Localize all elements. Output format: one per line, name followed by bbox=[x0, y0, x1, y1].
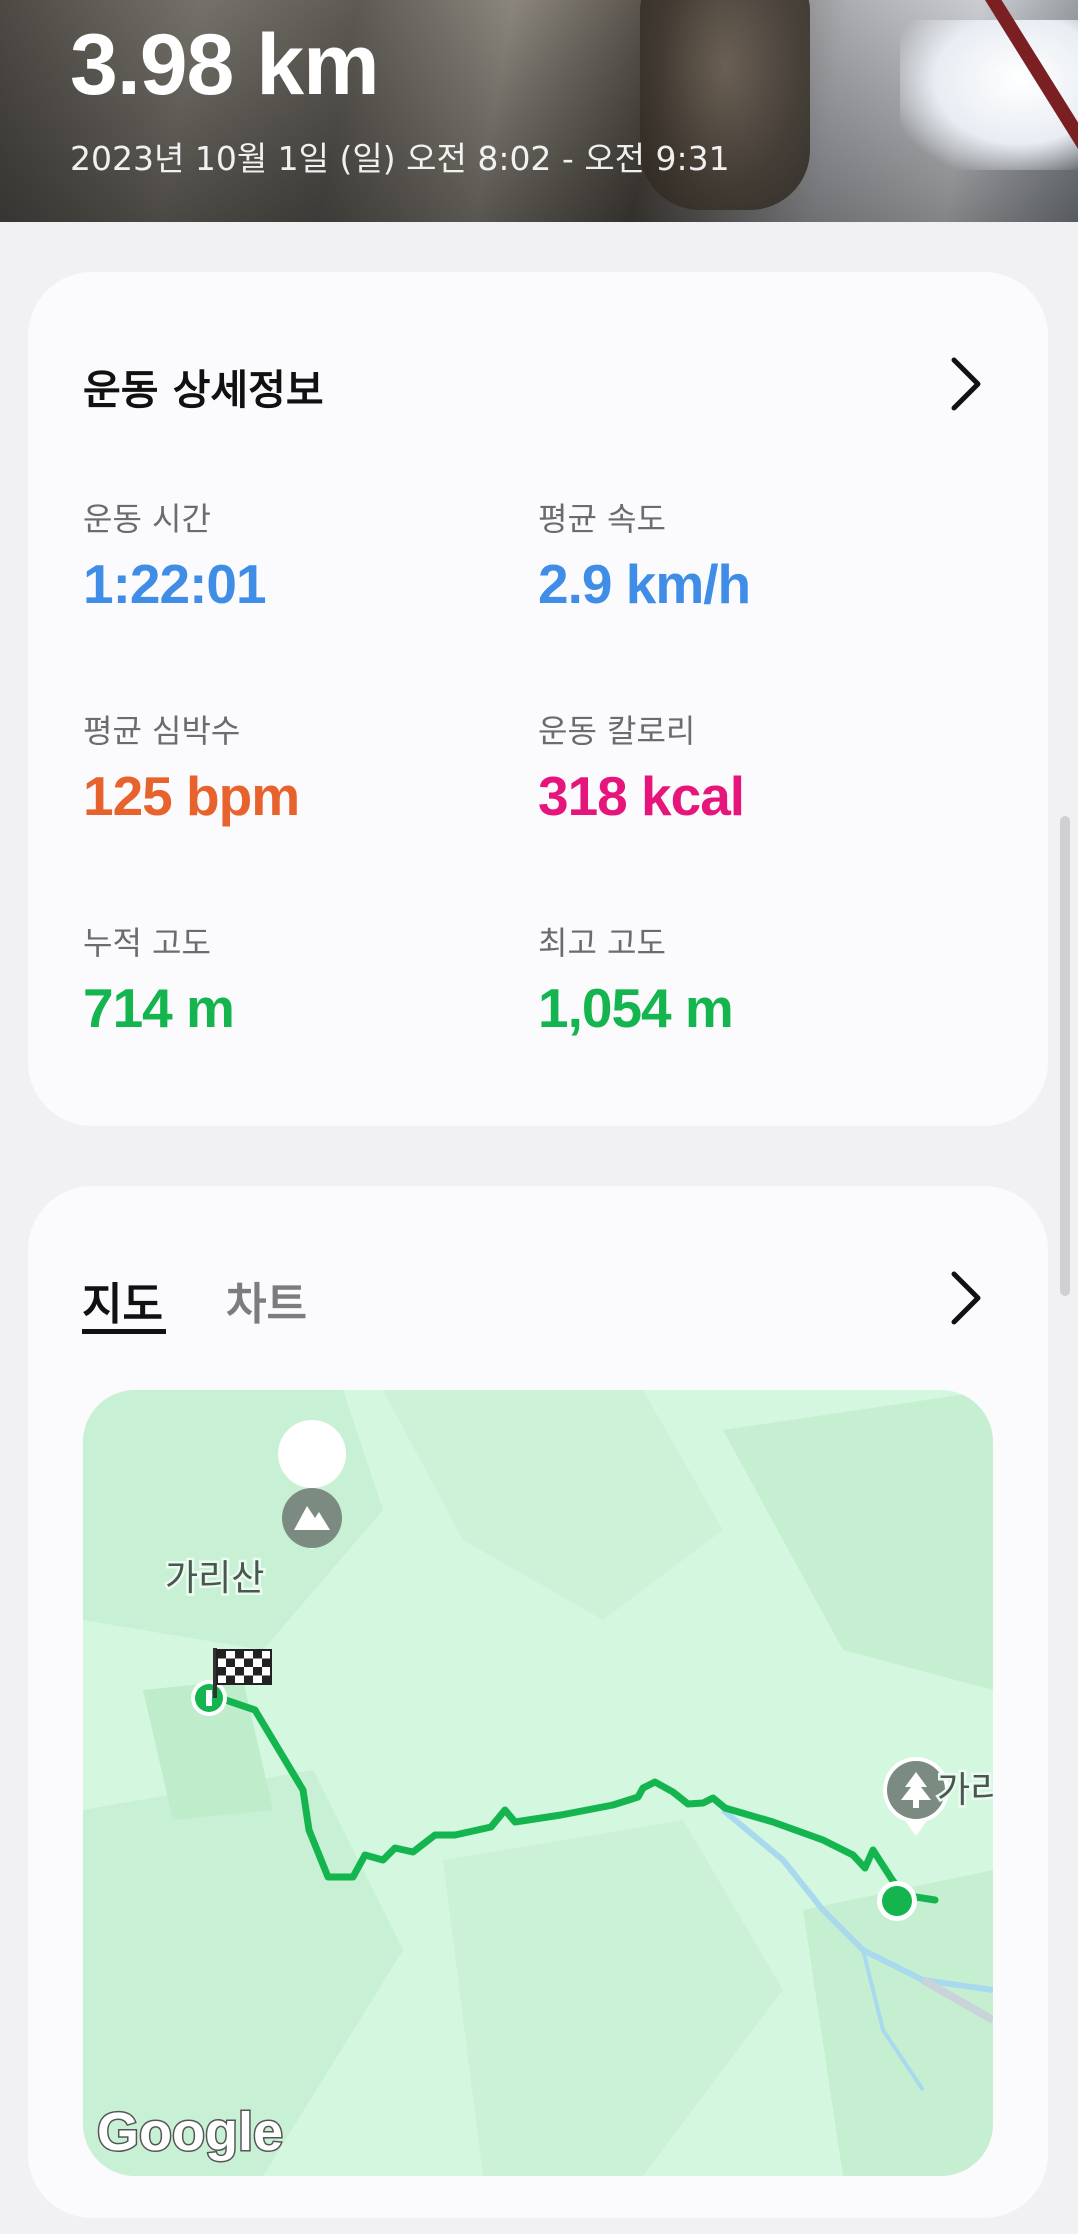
stat-avg-heart-rate: 평균 심박수 125 bpm bbox=[83, 706, 300, 828]
stat-label: 최고 고도 bbox=[538, 924, 666, 962]
terrain-patch bbox=[443, 1820, 783, 2176]
stat-label: 누적 고도 bbox=[83, 924, 211, 962]
terrain-patch bbox=[383, 1390, 723, 1620]
scrollbar[interactable] bbox=[1060, 816, 1070, 1296]
stat-value: 2.9 km/h bbox=[538, 553, 751, 615]
stat-max-altitude: 최고 고도 1,054 m bbox=[538, 918, 734, 1040]
tab-chart[interactable]: 차트 bbox=[226, 1268, 307, 1332]
stat-label: 평균 심박수 bbox=[83, 712, 241, 750]
tab-map[interactable]: 지도 bbox=[82, 1268, 163, 1332]
hero-header: 3.98 km 2023년 10월 1일 (일) 오전 8:02 - 오전 9:… bbox=[0, 0, 1078, 222]
details-title: 운동 상세정보 bbox=[83, 366, 324, 414]
start-marker-icon bbox=[191, 1680, 227, 1716]
poi-label-forest: 가리 bbox=[937, 1770, 993, 1811]
map-chart-card: 지도 차트 Google 가리산 가리 bbox=[28, 1186, 1048, 2218]
stat-duration: 운동 시간 1:22:01 bbox=[83, 494, 267, 616]
poi-label-mountain: 가리산 bbox=[165, 1558, 264, 1599]
stat-calories: 운동 칼로리 318 kcal bbox=[538, 706, 745, 828]
stat-label: 운동 칼로리 bbox=[538, 712, 696, 750]
stat-value: 1,054 m bbox=[538, 977, 734, 1039]
stat-avg-speed: 평균 속도 2.9 km/h bbox=[538, 494, 751, 616]
terrain-patch bbox=[723, 1390, 993, 1690]
stat-label: 운동 시간 bbox=[83, 500, 211, 538]
workout-datetime: 2023년 10월 1일 (일) 오전 8:02 - 오전 9:31 bbox=[70, 139, 730, 178]
end-marker-icon bbox=[877, 1881, 917, 1921]
stat-value: 318 kcal bbox=[538, 765, 745, 827]
tab-active-indicator bbox=[82, 1329, 166, 1334]
map-canvas: Google 가리산 가리 bbox=[83, 1390, 993, 2176]
route-map[interactable]: Google 가리산 가리 bbox=[83, 1390, 993, 2176]
google-logo: Google bbox=[97, 2102, 283, 2162]
stat-value: 125 bpm bbox=[83, 765, 300, 827]
total-distance: 3.98 km bbox=[70, 17, 380, 113]
workout-details-card[interactable]: 운동 상세정보 운동 시간 1:22:01 평균 속도 2.9 km/h 평균 … bbox=[28, 272, 1048, 1126]
stat-value: 714 m bbox=[83, 977, 235, 1039]
stat-value: 1:22:01 bbox=[83, 553, 267, 615]
stat-label: 평균 속도 bbox=[538, 500, 666, 538]
stat-elevation-gain: 누적 고도 714 m bbox=[83, 918, 235, 1040]
chevron-right-icon[interactable] bbox=[946, 1268, 986, 1328]
chevron-right-icon[interactable] bbox=[946, 354, 986, 414]
